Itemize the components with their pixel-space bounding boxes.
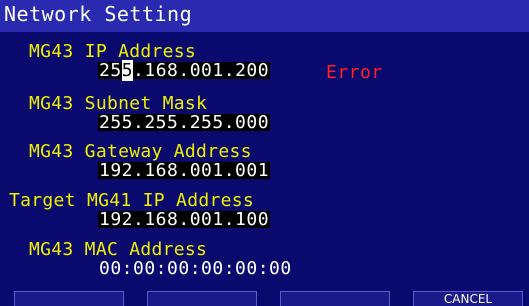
ip-address-value-suffix: .168.001.200 xyxy=(133,60,270,81)
ip-address-value-prefix: 25 xyxy=(99,60,122,81)
target-ip-address-label: Target MG41 IP Address xyxy=(9,190,255,211)
ip-address-label: MG43 IP Address xyxy=(29,41,197,62)
edit-cursor: 5 xyxy=(121,60,134,81)
softkey-3[interactable] xyxy=(280,291,390,306)
subnet-mask-label: MG43 Subnet Mask xyxy=(29,93,208,114)
cancel-button[interactable]: CANCEL xyxy=(413,291,523,306)
softkey-2[interactable] xyxy=(147,291,257,306)
title-bar: Network Setting xyxy=(0,0,529,32)
mac-address-value: 00:00:00:00:00:00 xyxy=(99,258,292,279)
subnet-mask-field[interactable]: 255.255.255.000 xyxy=(98,114,271,132)
softkey-1[interactable] xyxy=(14,291,124,306)
ip-address-field[interactable]: 255.168.001.200 xyxy=(98,60,271,81)
network-setting-screen: Network Setting MG43 IP Address 255.168.… xyxy=(0,0,529,306)
screen-title: Network Setting xyxy=(4,2,193,26)
ip-address-error-message: Error xyxy=(326,62,383,83)
target-ip-address-field[interactable]: 192.168.001.100 xyxy=(98,211,271,229)
mac-address-label: MG43 MAC Address xyxy=(29,239,208,260)
gateway-address-field[interactable]: 192.168.001.001 xyxy=(98,162,271,180)
gateway-address-label: MG43 Gateway Address xyxy=(29,141,252,162)
